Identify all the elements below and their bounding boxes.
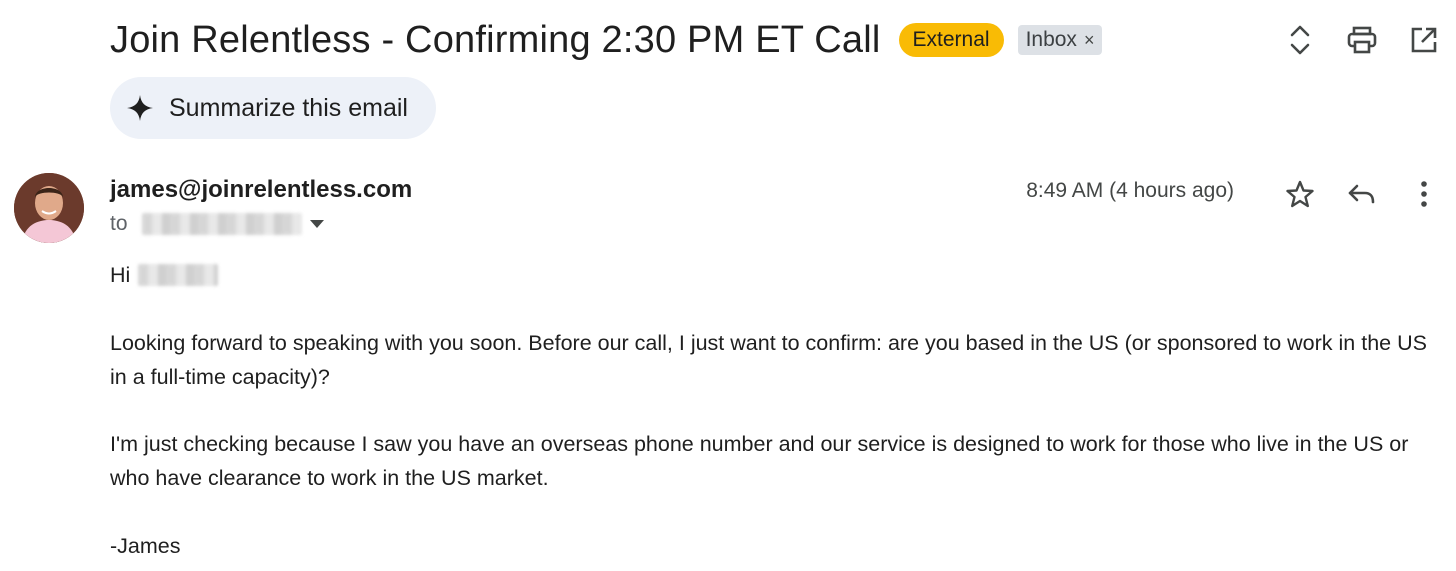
sparkle-icon [127, 95, 153, 121]
thread-toolbar [1284, 20, 1440, 60]
star-icon [1286, 180, 1314, 208]
body-paragraph-1: Looking forward to speaking with you soo… [110, 331, 1427, 389]
to-label: to [110, 212, 128, 235]
print-button[interactable] [1346, 20, 1378, 60]
summarize-label: Summarize this email [169, 93, 408, 122]
unfold-icon [1290, 25, 1310, 55]
sender-avatar[interactable] [14, 173, 84, 243]
star-button[interactable] [1284, 174, 1316, 214]
open-new-window-button[interactable] [1408, 20, 1440, 60]
redacted-recipient [141, 213, 302, 235]
reply-button[interactable] [1346, 174, 1378, 214]
avatar-photo [14, 173, 84, 243]
open-in-new-icon [1411, 27, 1437, 53]
inbox-label-text: Inbox [1025, 28, 1077, 51]
body-paragraph-2: I'm just checking because I saw you have… [110, 432, 1409, 490]
recipients-row: to [110, 212, 324, 236]
show-details-button[interactable] [309, 220, 324, 228]
inbox-label-chip[interactable]: Inbox × [1017, 25, 1103, 55]
summarize-email-button[interactable]: Summarize this email [110, 77, 436, 139]
external-badge: External [898, 23, 1004, 57]
print-icon [1347, 26, 1377, 54]
more-vert-icon [1421, 181, 1427, 207]
greeting-text: Hi [110, 263, 131, 287]
remove-label-button[interactable]: × [1084, 28, 1095, 52]
message-actions [1284, 174, 1440, 214]
email-body: Hi Looking forward to speaking with you … [110, 258, 1440, 563]
redacted-name [138, 264, 219, 286]
dropdown-arrow-icon [309, 220, 324, 228]
email-timestamp: 8:49 AM (4 hours ago) [1026, 179, 1234, 202]
email-subject: Join Relentless - Confirming 2:30 PM ET … [110, 18, 881, 61]
email-signoff: -James [110, 534, 181, 558]
email-view: Join Relentless - Confirming 2:30 PM ET … [0, 0, 1456, 571]
reply-icon [1348, 184, 1375, 204]
expand-all-button[interactable] [1284, 20, 1316, 60]
subject-row: Join Relentless - Confirming 2:30 PM ET … [110, 14, 1103, 66]
more-options-button[interactable] [1408, 174, 1440, 214]
sender-email[interactable]: james@joinrelentless.com [110, 176, 412, 204]
greeting-line: Hi [110, 258, 1440, 292]
